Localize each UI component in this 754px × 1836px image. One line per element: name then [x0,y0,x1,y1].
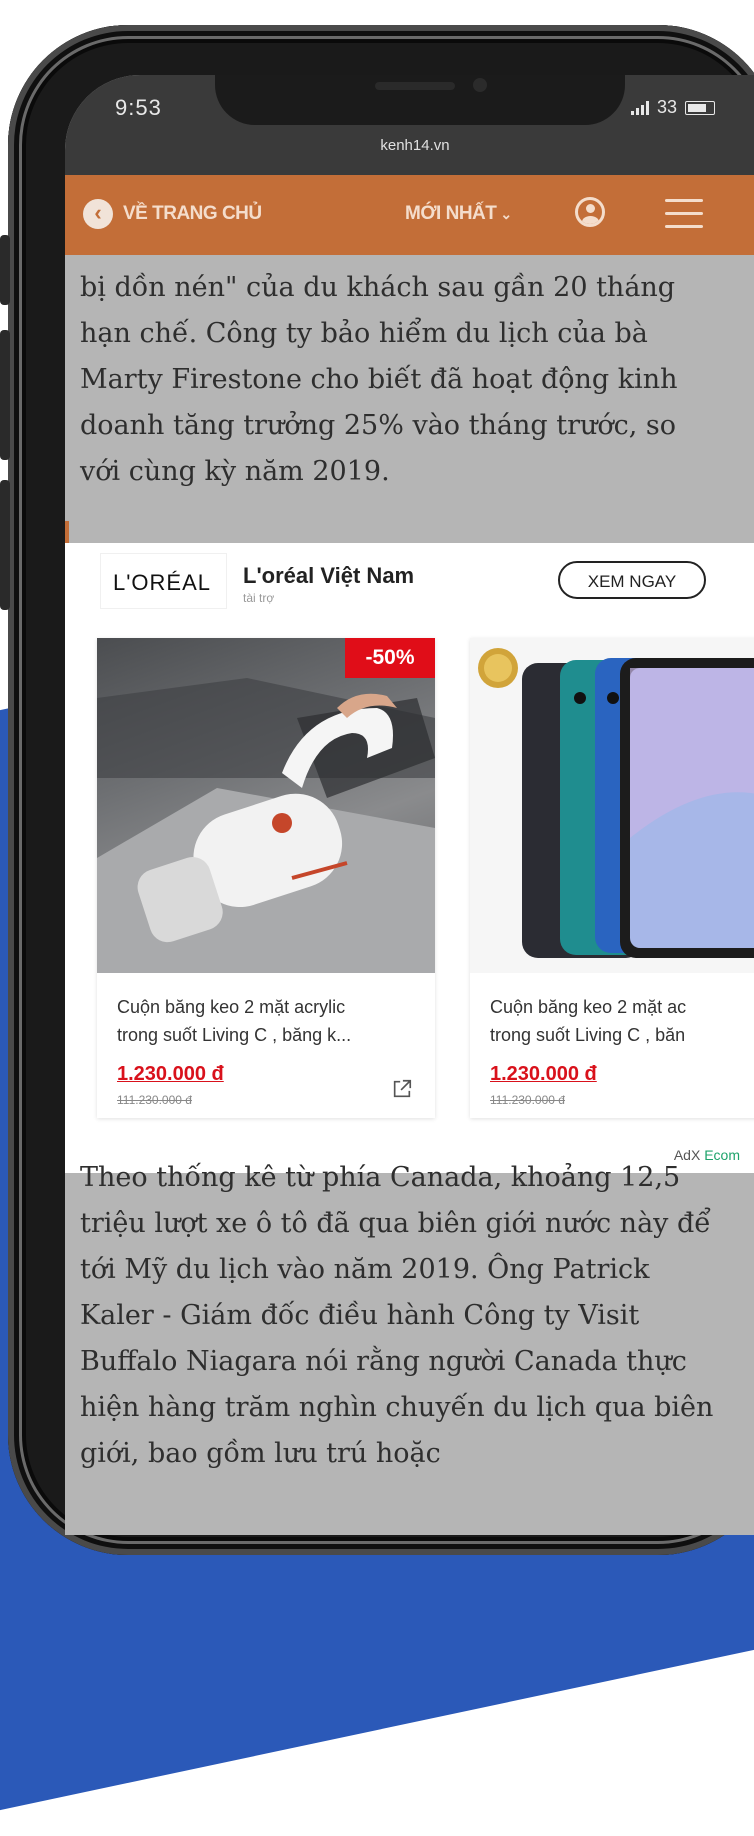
signal-icon [630,100,649,115]
phone-volume-down [0,480,10,610]
product-card[interactable]: Cuộn băng keo 2 mặt ac trong suốt Living… [470,638,754,1118]
product-title-line: Cuộn băng keo 2 mặt ac [490,997,687,1017]
brand-name[interactable]: L'oréal Việt Nam [243,563,414,589]
battery-icon [685,100,715,115]
latest-label: MỚI NHẤT [405,203,497,224]
phone-notch [215,75,625,125]
product-title-line: Cuộn băng keo 2 mặt acrylic [117,997,346,1017]
status-bar: 9:53 33 kenh14.vn [65,75,754,175]
product-title-line: trong suốt Living C , băng k... [117,1025,352,1045]
page-url[interactable]: kenh14.vn [65,137,754,154]
brand-logo[interactable]: L'ORÉAL [100,553,227,609]
product-old-price: 111.230.000 đ [490,1093,565,1107]
phones-illustration [478,648,754,958]
product-price: 1.230.000 đ [490,1063,597,1085]
view-now-button[interactable]: XEM NGAY [558,561,706,599]
phone-screen: 9:53 33 kenh14.vn ‹ VỀ TRANG CHỦ MỚI NHẤ… [65,75,754,1535]
latest-dropdown[interactable]: MỚI NHẤT ⌄ [405,203,512,225]
vacuum-illustration [97,678,435,973]
user-account-icon[interactable] [575,197,605,227]
phone-volume-up [0,330,10,460]
site-nav-bar: ‹ VỀ TRANG CHỦ MỚI NHẤT ⌄ [65,175,754,255]
product-image-phones[interactable] [470,638,754,973]
product-old-price: 111.230.000 đ [117,1093,192,1107]
article-paragraph: bị dồn nén" của du khách sau gần 20 thán… [80,272,678,487]
product-title[interactable]: Cuộn băng keo 2 mặt acrylic trong suốt L… [117,993,422,1049]
hamburger-menu-icon[interactable] [665,199,703,229]
chevron-down-icon: ⌄ [500,206,512,222]
back-arrow-icon[interactable]: ‹ [83,199,113,229]
phone-side-button [0,235,10,305]
product-title[interactable]: Cuộn băng keo 2 mặt ac trong suốt Living… [490,993,754,1049]
brand-logo-text: L'ORÉAL [113,570,212,595]
section-divider [65,521,69,543]
sponsored-ad-block: L'ORÉAL L'oréal Việt Nam tài trợ XEM NGA… [65,543,754,1173]
status-time: 9:53 [115,95,162,120]
sponsored-label: tài trợ [243,591,275,605]
discount-badge: -50% [345,638,435,678]
product-image-vacuum[interactable]: -50% [97,638,435,973]
front-camera [473,78,487,92]
product-price: 1.230.000 đ [117,1063,224,1085]
speaker-grille [375,82,455,90]
external-link-icon[interactable] [391,1078,413,1100]
home-link[interactable]: VỀ TRANG CHỦ [123,203,262,225]
status-indicators: 33 [630,97,715,118]
article-paragraph: Theo thống kê từ phía Canada, khoảng 12,… [80,1162,714,1469]
battery-level: 33 [656,97,677,117]
product-title-line: trong suốt Living C , băn [490,1025,686,1045]
product-card[interactable]: -50% Cuộn băng keo 2 mặt acrylic trong s… [97,638,435,1118]
